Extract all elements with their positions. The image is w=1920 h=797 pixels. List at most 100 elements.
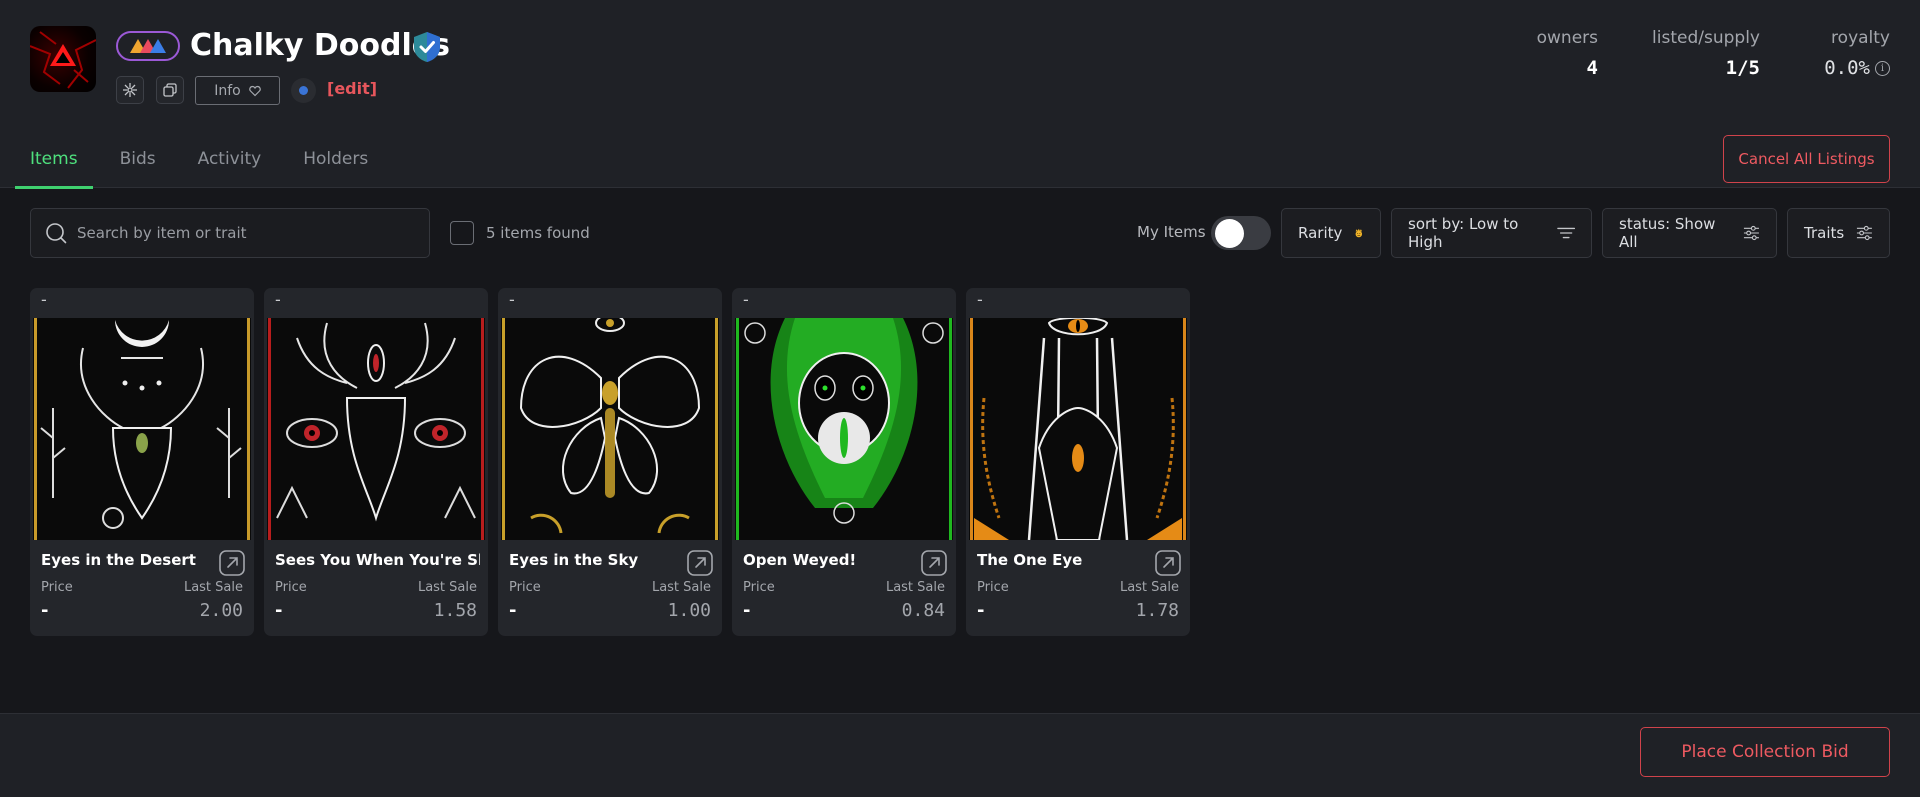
stat-value: 0.0% i [1800, 57, 1890, 79]
last-sale-value: 0.84 [901, 600, 945, 621]
status-dot-button[interactable] [291, 78, 316, 103]
tab-bids[interactable]: Bids [120, 132, 156, 187]
nft-name: Sees You When You're Sleeping [275, 551, 480, 569]
select-all-checkbox[interactable] [450, 221, 474, 245]
verified-shield-icon [413, 31, 441, 63]
open-external-icon[interactable] [1155, 550, 1181, 576]
nft-name: Eyes in the Sky [509, 551, 639, 569]
listed-price: - [743, 290, 749, 309]
nft-image[interactable] [501, 318, 719, 540]
stat-listed-supply: listed/supply 1/5 [1640, 28, 1760, 79]
rarity-label: Rarity [1298, 224, 1343, 242]
collection-tabs: Items Bids Activity Holders [15, 132, 410, 189]
listed-price: - [977, 290, 983, 309]
stat-value: 1/5 [1725, 57, 1760, 79]
info-button[interactable]: Info [195, 76, 280, 105]
last-sale-value: 1.78 [1135, 600, 1179, 621]
network-link-button[interactable] [116, 76, 144, 104]
listed-price: - [509, 290, 515, 309]
stat-label: listed/supply [1652, 28, 1760, 48]
nft-name: Open Weyed! [743, 551, 857, 569]
royalty-value: 0.0% [1824, 57, 1870, 79]
search-input[interactable] [77, 224, 407, 242]
collection-header: Chalky Doodles Info [edit] owners 4 list… [0, 0, 1920, 189]
tab-items[interactable]: Items [15, 132, 92, 189]
search-icon [46, 223, 67, 244]
collection-avatar [30, 26, 96, 92]
rarity-filter-button[interactable]: Rarity [1281, 208, 1381, 258]
sliders-icon [1857, 225, 1873, 241]
price-label: Price [275, 580, 307, 595]
filter-toolbar: 5 items found My Items Rarity sort by: L… [0, 208, 1920, 258]
open-external-icon[interactable] [921, 550, 947, 576]
edit-link[interactable]: [edit] [327, 79, 377, 98]
last-sale-label: Last Sale [651, 580, 711, 595]
open-external-icon[interactable] [687, 550, 713, 576]
nft-card[interactable]: - The One Eye Price Last Sale - 1.78 [966, 288, 1190, 636]
traits-label: Traits [1804, 224, 1845, 242]
status-filter-dropdown[interactable]: status: Show All [1602, 208, 1777, 258]
price-value: - [509, 600, 517, 621]
traits-filter-button[interactable]: Traits [1787, 208, 1890, 258]
nft-card[interactable]: - Eyes in the Sky Price Last Sale - 1.00 [498, 288, 722, 636]
chain-logo-icon [130, 39, 166, 53]
items-found-text: 5 items found [486, 224, 590, 242]
my-items-toggle[interactable] [1211, 216, 1271, 250]
chain-badge[interactable] [116, 31, 180, 61]
info-circle-icon[interactable]: i [1875, 60, 1890, 76]
cancel-all-listings-button[interactable]: Cancel All Listings [1723, 135, 1890, 183]
nft-card[interactable]: - Sees You When You're Sleeping Price La… [264, 288, 488, 636]
network-icon [123, 83, 137, 97]
status-label: status: Show All [1619, 215, 1716, 251]
copy-icon [163, 83, 177, 97]
price-label: Price [41, 580, 73, 595]
last-sale-value: 2.00 [199, 600, 243, 621]
nft-image[interactable] [33, 318, 251, 540]
nft-image[interactable] [969, 318, 1187, 540]
nft-card[interactable]: - Eyes in the Desert Price Last Sale - 2… [30, 288, 254, 636]
last-sale-label: Last Sale [1119, 580, 1179, 595]
last-sale-value: 1.00 [667, 600, 711, 621]
last-sale-value: 1.58 [433, 600, 477, 621]
price-value: - [977, 600, 985, 621]
listed-price: - [41, 290, 47, 309]
price-label: Price [743, 580, 775, 595]
blue-dot-icon [299, 86, 308, 95]
tab-activity[interactable]: Activity [198, 132, 262, 187]
stat-owners: owners 4 [1520, 28, 1598, 79]
copy-address-button[interactable] [156, 76, 184, 104]
price-label: Price [509, 580, 541, 595]
search-box [30, 208, 430, 258]
crown-face-icon [1355, 228, 1363, 238]
my-items-label: My Items [1137, 223, 1206, 241]
last-sale-label: Last Sale [183, 580, 243, 595]
nft-image[interactable] [267, 318, 485, 540]
tab-holders[interactable]: Holders [303, 132, 368, 187]
stat-label: royalty [1831, 28, 1890, 48]
last-sale-label: Last Sale [885, 580, 945, 595]
footer-bar: Place Collection Bid [0, 713, 1920, 797]
last-sale-label: Last Sale [417, 580, 477, 595]
collection-title: Chalky Doodles [190, 28, 450, 63]
listed-price: - [275, 290, 281, 309]
nft-name: The One Eye [977, 551, 1083, 569]
place-collection-bid-button[interactable]: Place Collection Bid [1640, 727, 1890, 777]
price-value: - [275, 600, 283, 621]
nft-name: Eyes in the Desert [41, 551, 196, 569]
stat-label: owners [1536, 28, 1598, 48]
stat-royalty: royalty 0.0% i [1800, 28, 1890, 79]
nft-card[interactable]: - Open Weyed! Price Last Sale - 0.84 [732, 288, 956, 636]
items-found: 5 items found [450, 221, 590, 245]
sliders-icon [1744, 225, 1760, 241]
info-label: Info [214, 82, 241, 99]
nft-image[interactable] [735, 318, 953, 540]
toggle-knob [1215, 219, 1244, 248]
stat-value: 4 [1586, 57, 1598, 79]
price-value: - [743, 600, 751, 621]
sort-lines-icon [1556, 227, 1575, 239]
sort-label: sort by: Low to High [1408, 215, 1519, 251]
price-value: - [41, 600, 49, 621]
price-label: Price [977, 580, 1009, 595]
open-external-icon[interactable] [219, 550, 245, 576]
sort-dropdown[interactable]: sort by: Low to High [1391, 208, 1592, 258]
